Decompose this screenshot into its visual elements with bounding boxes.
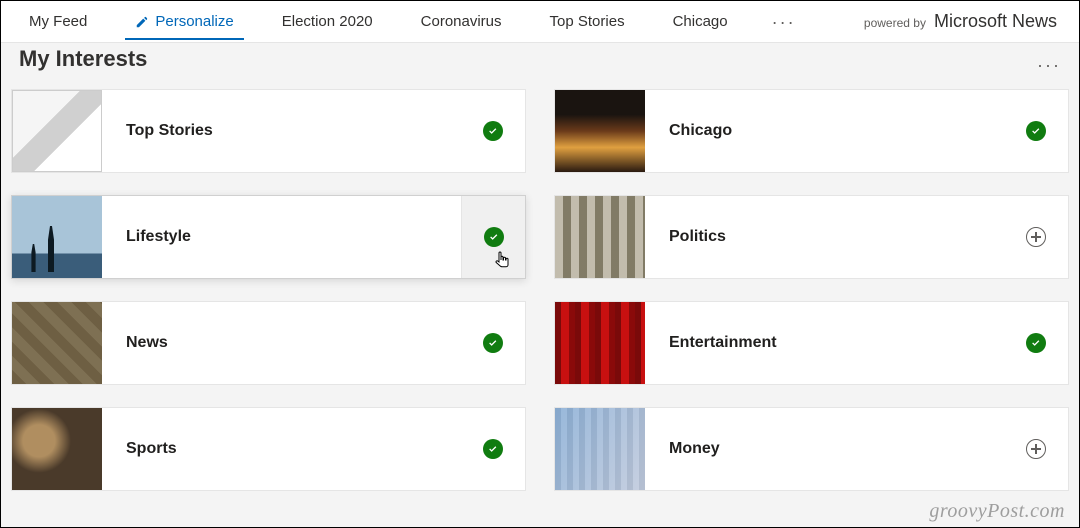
interest-card-entertainment[interactable]: Entertainment <box>554 301 1069 385</box>
branding-powered-by: powered by <box>864 16 926 30</box>
interest-toggle[interactable] <box>1004 302 1068 384</box>
nav-item-coronavirus[interactable]: Coronavirus <box>411 3 512 40</box>
more-icon: ··· <box>772 12 796 32</box>
more-icon: ··· <box>1037 55 1061 75</box>
nav-label: Personalize <box>155 13 233 30</box>
interest-toggle[interactable] <box>1004 408 1068 490</box>
check-icon <box>483 439 503 459</box>
check-icon <box>483 333 503 353</box>
nav-label: Chicago <box>673 13 728 30</box>
interests-grid: Top Stories Chicago Lifestyle <box>1 87 1079 491</box>
interest-label: Sports <box>102 408 461 490</box>
interest-card-money[interactable]: Money <box>554 407 1069 491</box>
nav-item-my-feed[interactable]: My Feed <box>19 3 97 40</box>
interest-thumbnail <box>12 302 102 384</box>
nav-item-personalize[interactable]: Personalize <box>125 3 243 40</box>
interest-label: Lifestyle <box>102 196 461 278</box>
nav-item-election-2020[interactable]: Election 2020 <box>272 3 383 40</box>
plus-icon <box>1026 227 1046 247</box>
branding: powered by Microsoft News <box>864 11 1073 32</box>
interest-toggle[interactable] <box>1004 196 1068 278</box>
interest-toggle[interactable] <box>461 196 525 278</box>
nav-more-button[interactable]: ··· <box>766 13 802 31</box>
interest-thumbnail <box>12 196 102 278</box>
nav-item-top-stories[interactable]: Top Stories <box>540 3 635 40</box>
interest-thumbnail <box>555 90 645 172</box>
interest-label: Politics <box>645 196 1004 278</box>
interest-toggle[interactable] <box>461 302 525 384</box>
interest-label: Top Stories <box>102 90 461 172</box>
interest-thumbnail <box>12 90 102 172</box>
interest-thumbnail <box>12 408 102 490</box>
branding-product: Microsoft News <box>934 11 1057 32</box>
page-title: My Interests <box>19 48 147 70</box>
check-icon <box>484 227 504 247</box>
check-icon <box>1026 333 1046 353</box>
interest-label: Chicago <box>645 90 1004 172</box>
interest-thumbnail <box>555 302 645 384</box>
plus-icon <box>1026 439 1046 459</box>
interest-toggle[interactable] <box>461 408 525 490</box>
interest-label: Money <box>645 408 1004 490</box>
nav-label: Coronavirus <box>421 13 502 30</box>
interest-card-sports[interactable]: Sports <box>11 407 526 491</box>
interest-card-lifestyle[interactable]: Lifestyle <box>11 195 526 279</box>
nav-label: My Feed <box>29 13 87 30</box>
interest-card-top-stories[interactable]: Top Stories <box>11 89 526 173</box>
top-nav: My Feed Personalize Election 2020 Corona… <box>1 1 1079 43</box>
interest-thumbnail <box>555 408 645 490</box>
interest-label: Entertainment <box>645 302 1004 384</box>
nav-label: Election 2020 <box>282 13 373 30</box>
nav-item-chicago[interactable]: Chicago <box>663 3 738 40</box>
watermark: groovyPost.com <box>929 500 1065 523</box>
interest-card-chicago[interactable]: Chicago <box>554 89 1069 173</box>
interest-toggle[interactable] <box>461 90 525 172</box>
interest-toggle[interactable] <box>1004 90 1068 172</box>
interest-card-politics[interactable]: Politics <box>554 195 1069 279</box>
check-icon <box>483 121 503 141</box>
nav-label: Top Stories <box>550 13 625 30</box>
interest-card-news[interactable]: News <box>11 301 526 385</box>
interest-label: News <box>102 302 461 384</box>
header-more-button[interactable]: ··· <box>1037 55 1061 76</box>
check-icon <box>1026 121 1046 141</box>
page-header: My Interests ··· <box>1 43 1079 87</box>
interest-thumbnail <box>555 196 645 278</box>
pencil-icon <box>135 15 149 29</box>
